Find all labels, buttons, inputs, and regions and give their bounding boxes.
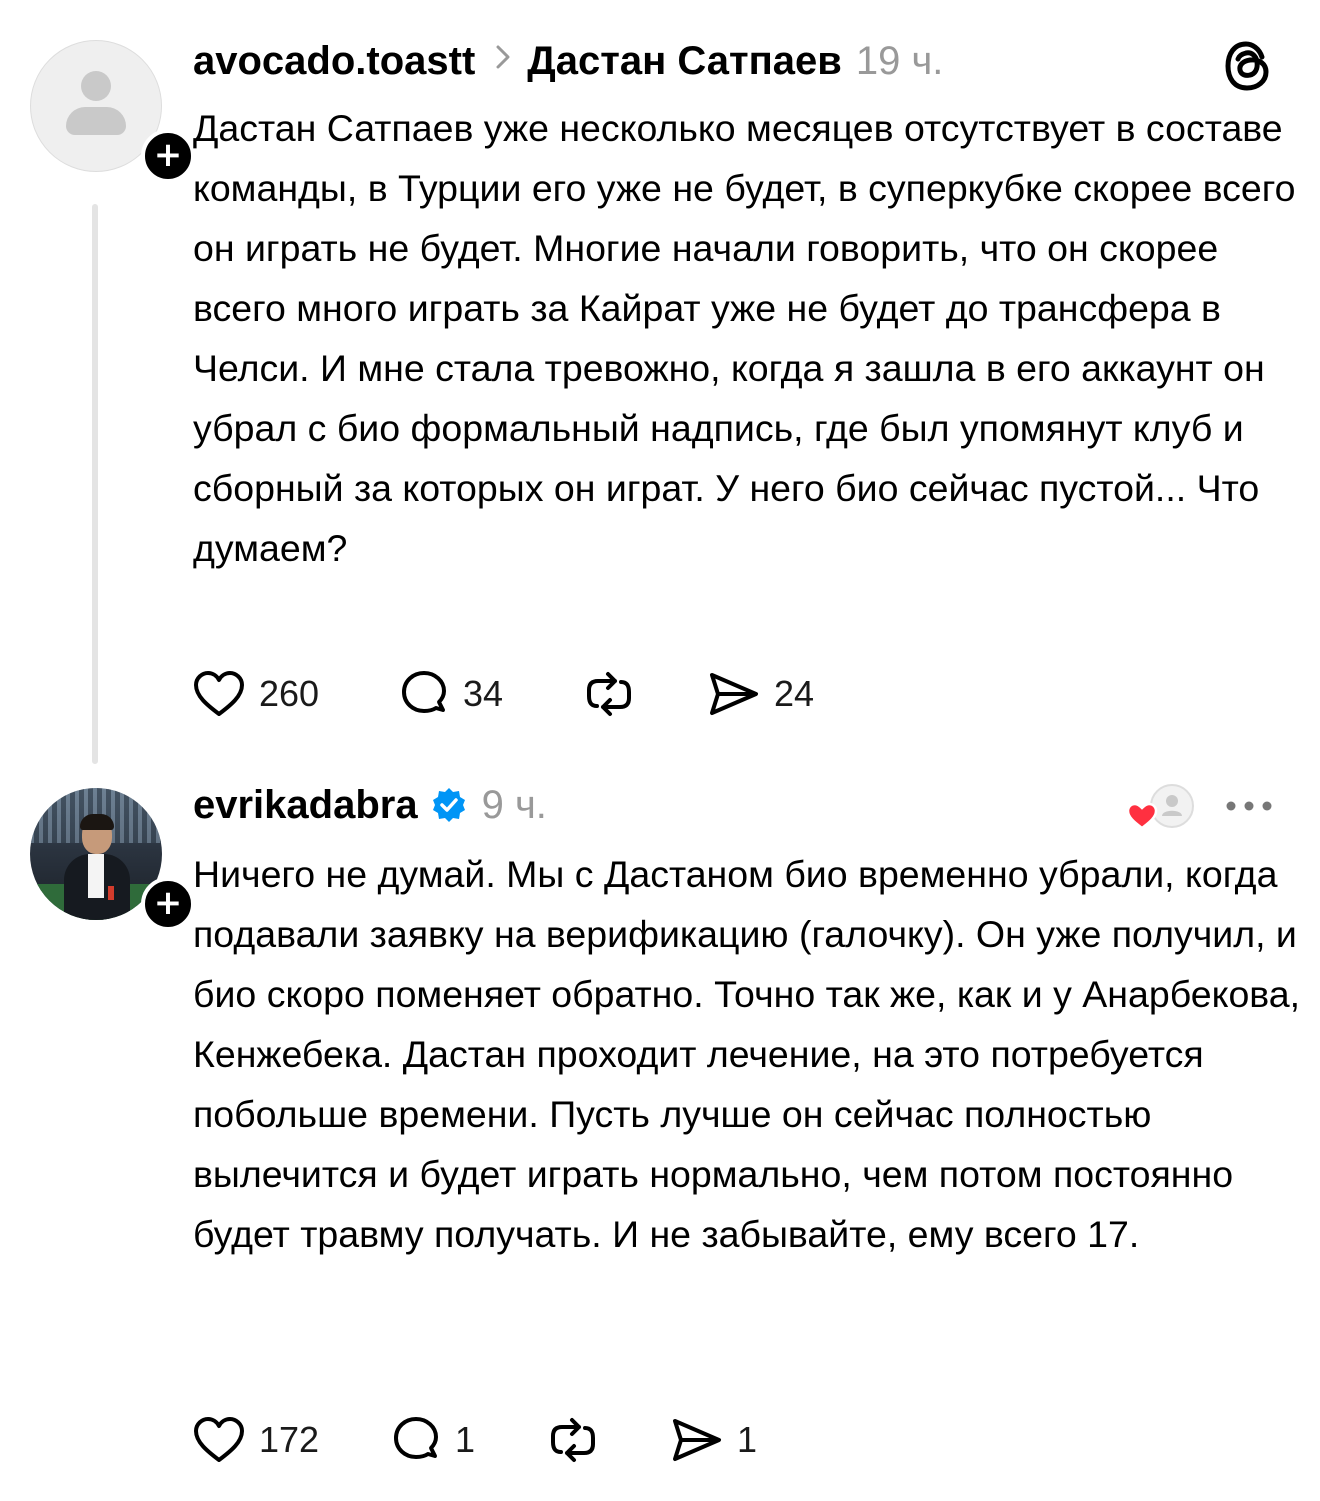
heart-avatar-icon (1126, 784, 1194, 830)
share-button[interactable]: 24 (708, 664, 814, 724)
comment-bubble-icon (394, 1417, 438, 1459)
repost-button[interactable] (583, 664, 635, 724)
threads-logo-icon[interactable] (1222, 40, 1274, 92)
like-button[interactable]: 260 (193, 664, 319, 724)
post-header: evrikadabra 9 ч. (193, 780, 547, 830)
more-dots-icon[interactable] (1224, 796, 1274, 816)
share-button[interactable]: 1 (671, 1410, 757, 1470)
chevron-right-icon (495, 44, 511, 78)
post-text: Дастан Сатпаев уже несколько месяцев отс… (193, 107, 1296, 569)
heart-icon (194, 671, 244, 716)
author-username[interactable]: avocado.toastt (193, 39, 475, 84)
follow-plus-button[interactable]: + (141, 877, 195, 931)
thread-connector-line (92, 204, 98, 764)
reply-to-username[interactable]: Дастан Сатпаев (527, 39, 842, 84)
author-avatar[interactable]: + (30, 40, 195, 183)
post-tools (1126, 782, 1296, 832)
repost-icon (551, 1418, 595, 1462)
comment-bubble-icon (402, 671, 446, 713)
comment-button[interactable]: 34 (399, 664, 503, 724)
share-count: 1 (737, 1419, 758, 1460)
repost-icon (587, 672, 631, 716)
post-text: Ничего не думай. Мы с Дастаном био време… (193, 853, 1301, 1255)
comment-count: 34 (463, 673, 504, 714)
post-time: 9 ч. (481, 782, 547, 827)
post-time: 19 ч. (855, 38, 944, 83)
like-count: 172 (259, 1419, 320, 1460)
send-icon (710, 673, 758, 715)
send-icon (673, 1419, 721, 1461)
repost-button[interactable] (547, 1410, 599, 1470)
follow-plus-button[interactable]: + (141, 129, 195, 183)
comment-count: 1 (455, 1419, 476, 1460)
verified-badge-icon (430, 786, 468, 824)
comment-button[interactable]: 1 (391, 1410, 475, 1470)
heart-icon (194, 1417, 244, 1462)
like-button[interactable]: 172 (193, 1410, 319, 1470)
author-username[interactable]: evrikadabra (193, 783, 418, 828)
like-count: 260 (259, 673, 320, 714)
post-header: avocado.toastt Дастан Сатпаев 19 ч. (193, 36, 943, 86)
share-count: 24 (774, 673, 815, 714)
author-avatar[interactable]: + (30, 788, 195, 931)
